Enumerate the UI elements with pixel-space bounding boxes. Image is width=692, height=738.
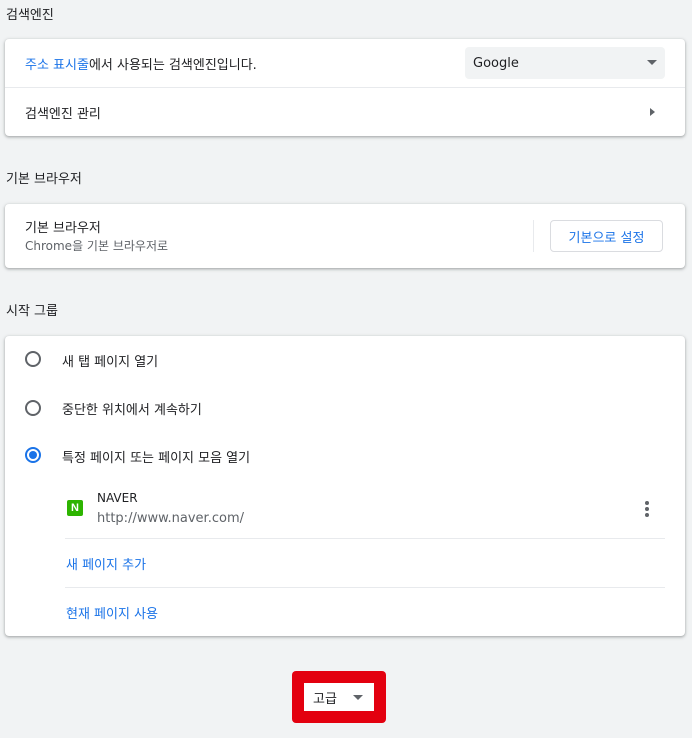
divider	[65, 538, 665, 539]
default-browser-label: 기본 브라우저	[25, 221, 101, 236]
default-browser-sublabel: Chrome을 기본 브라우저로	[25, 239, 169, 253]
startup-section-title: 시작 그룹	[6, 304, 58, 319]
chevron-right-icon	[650, 108, 655, 116]
startup-option-label: 새 탭 페이지 열기	[62, 355, 159, 370]
radio-button[interactable]	[25, 400, 41, 416]
advanced-button[interactable]: 고급	[304, 683, 374, 711]
manage-search-engines-row[interactable]: 검색엔진 관리	[5, 88, 685, 136]
search-engine-selected-value: Google	[473, 55, 519, 71]
divider	[65, 587, 665, 588]
address-bar-link[interactable]: 주소 표시줄	[25, 54, 89, 73]
startup-option-continue[interactable]: 중단한 위치에서 계속하기	[5, 384, 685, 432]
vertical-separator	[533, 220, 534, 252]
search-engine-select[interactable]: Google	[465, 47, 665, 79]
default-browser-section-title: 기본 브라우저	[6, 172, 82, 187]
default-browser-card: 기본 브라우저 Chrome을 기본 브라우저로 기본으로 설정	[5, 204, 685, 268]
search-engine-card: 주소 표시줄 에서 사용되는 검색엔진입니다. Google 검색엔진 관리	[5, 39, 685, 136]
startup-option-specific-pages[interactable]: 특정 페이지 또는 페이지 모음 열기	[5, 432, 685, 480]
search-engine-description: 에서 사용되는 검색엔진입니다.	[88, 57, 257, 73]
more-actions-icon[interactable]	[645, 501, 649, 517]
startup-option-new-tab[interactable]: 새 탭 페이지 열기	[5, 336, 685, 384]
advanced-label: 고급	[313, 691, 337, 707]
startup-option-label: 중단한 위치에서 계속하기	[62, 403, 202, 418]
use-current-pages-link[interactable]: 현재 페이지 사용	[66, 603, 158, 622]
radio-button[interactable]	[25, 351, 41, 367]
advanced-highlight-box: 고급	[292, 671, 386, 723]
startup-page-title: NAVER	[97, 491, 138, 505]
make-default-button[interactable]: 기본으로 설정	[550, 220, 663, 252]
naver-favicon-icon: N	[67, 500, 83, 516]
startup-option-label: 특정 페이지 또는 페이지 모음 열기	[62, 451, 251, 466]
startup-card: 새 탭 페이지 열기 중단한 위치에서 계속하기 특정 페이지 또는 페이지 모…	[5, 336, 685, 636]
search-engine-section-title: 검색엔진	[6, 8, 54, 23]
dropdown-caret-icon	[647, 60, 657, 65]
startup-page-url: http://www.naver.com/	[97, 511, 244, 526]
expand-caret-icon	[353, 695, 363, 700]
manage-search-engines-label: 검색엔진 관리	[25, 106, 101, 122]
add-new-page-link[interactable]: 새 페이지 추가	[66, 554, 146, 573]
radio-button-checked[interactable]	[25, 447, 41, 463]
